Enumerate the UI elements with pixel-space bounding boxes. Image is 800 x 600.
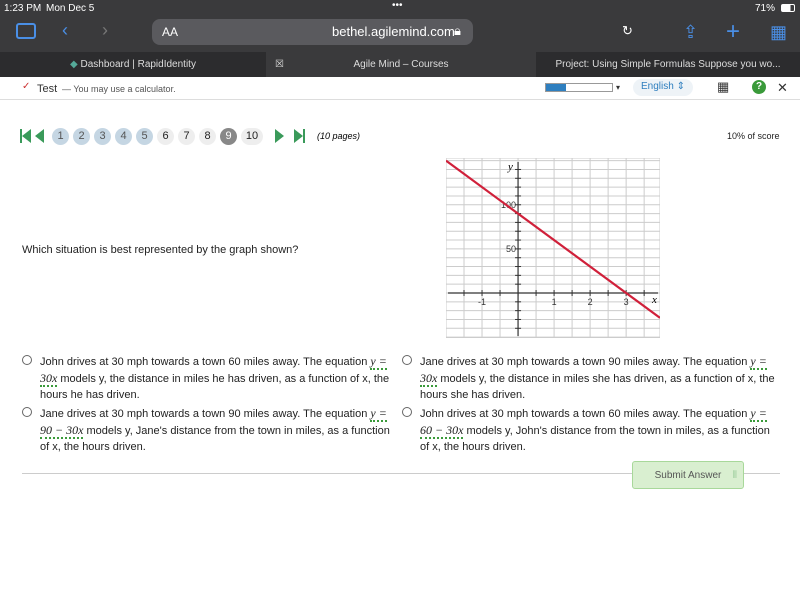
question-text: Which situation is best represented by t… bbox=[22, 244, 299, 256]
lock-icon: 🔒︎ bbox=[454, 23, 461, 38]
date: Mon Dec 5 bbox=[46, 3, 95, 14]
text-size-button[interactable]: AA bbox=[162, 25, 178, 39]
tab-label: Dashboard | RapidIdentity bbox=[80, 59, 196, 70]
x-tick-label: 2 bbox=[588, 297, 593, 307]
time: 1:23 PM bbox=[4, 3, 42, 14]
test-title: Test bbox=[37, 83, 58, 95]
option-text: models y, John's distance from the town … bbox=[420, 425, 770, 453]
progress-bar bbox=[545, 83, 613, 92]
x-tick-label: 3 bbox=[624, 297, 629, 307]
radio-button[interactable] bbox=[22, 355, 32, 365]
option-text: models y, the distance in miles he has d… bbox=[40, 373, 390, 401]
url-text: bethel.agilemind.com bbox=[332, 24, 455, 39]
score-weight: 10% of score bbox=[727, 131, 780, 141]
test-subtitle: — You may use a calculator. bbox=[62, 84, 176, 94]
rapididentity-icon: ◆ bbox=[70, 59, 78, 70]
browser-toolbar: ‹ › AA bethel.agilemind.com 🔒︎ ↻ ⇪ + ▦ bbox=[0, 18, 800, 52]
option-text: John drives at 30 mph towards a town 60 … bbox=[420, 408, 751, 420]
option-text: Jane drives at 30 mph towards a town 90 … bbox=[420, 356, 751, 368]
page-2-button[interactable]: 2 bbox=[73, 127, 90, 145]
graph: -1 1 2 3 50 100 x y bbox=[446, 158, 660, 338]
page-8-button[interactable]: 8 bbox=[199, 127, 216, 145]
page-5-button[interactable]: 5 bbox=[136, 127, 153, 145]
calculator-icon[interactable]: ▦ bbox=[717, 79, 729, 95]
page-count: (10 pages) bbox=[317, 131, 361, 141]
back-icon[interactable]: ‹ bbox=[62, 20, 68, 41]
tab-dashboard[interactable]: ◆ Dashboard | RapidIdentity bbox=[0, 52, 266, 77]
answer-option[interactable]: Jane drives at 30 mph towards a town 90 … bbox=[402, 353, 775, 403]
last-page-icon[interactable] bbox=[294, 129, 305, 143]
close-tab-icon[interactable]: ☒ bbox=[275, 52, 284, 77]
radio-button[interactable] bbox=[22, 407, 32, 417]
pager: 1 2 3 4 5 6 7 8 9 10 (10 pages) bbox=[20, 127, 361, 145]
y-tick-label: 100 bbox=[501, 200, 516, 210]
test-icon: ✓ bbox=[22, 81, 31, 92]
page-6-button[interactable]: 6 bbox=[157, 127, 174, 145]
option-text: John drives at 30 mph towards a town 60 … bbox=[40, 356, 371, 368]
reload-icon[interactable]: ↻ bbox=[622, 23, 633, 39]
y-axis-label: y bbox=[507, 161, 513, 173]
language-label: English bbox=[641, 81, 674, 92]
next-page-icon[interactable] bbox=[275, 129, 284, 143]
more-icon[interactable]: ••• bbox=[392, 0, 403, 11]
radio-button[interactable] bbox=[402, 355, 412, 365]
submit-label: Submit Answer bbox=[654, 470, 722, 481]
tab-label: Project: Using Simple Formulas Suppose y… bbox=[555, 59, 781, 70]
option-text: models y, Jane's distance from the town … bbox=[40, 425, 390, 453]
y-tick-label: 50 bbox=[506, 244, 516, 254]
share-icon[interactable]: ⇪ bbox=[683, 22, 698, 43]
grip-icon: ⦀ bbox=[732, 470, 737, 481]
page-10-button[interactable]: 10 bbox=[241, 127, 263, 145]
progress-dropdown-icon[interactable]: ▾ bbox=[616, 83, 620, 92]
battery-level: 71% bbox=[755, 3, 776, 14]
prev-page-icon[interactable] bbox=[35, 129, 44, 143]
x-tick-label: -1 bbox=[478, 297, 486, 307]
sidebar-icon[interactable] bbox=[16, 23, 36, 39]
page-3-button[interactable]: 3 bbox=[94, 127, 111, 145]
close-icon[interactable]: ✕ bbox=[777, 80, 788, 96]
page-9-button[interactable]: 9 bbox=[220, 127, 237, 145]
answer-option[interactable]: John drives at 30 mph towards a town 60 … bbox=[22, 353, 395, 403]
x-tick-label: 1 bbox=[552, 297, 557, 307]
tab-agile-mind[interactable]: ☒ Agile Mind – Courses bbox=[266, 52, 536, 77]
help-icon[interactable]: ? bbox=[752, 80, 766, 94]
answer-option[interactable]: Jane drives at 30 mph towards a town 90 … bbox=[22, 405, 395, 455]
status-bar: 1:23 PM Mon Dec 5 ••• 71% bbox=[0, 0, 800, 18]
app-header: ✓ Test — You may use a calculator. ▾ Eng… bbox=[0, 77, 800, 100]
first-page-icon[interactable] bbox=[20, 129, 31, 143]
language-select[interactable]: English ⇕ bbox=[633, 79, 693, 96]
tab-bar: ◆ Dashboard | RapidIdentity ☒ Agile Mind … bbox=[0, 52, 800, 77]
forward-icon[interactable]: › bbox=[102, 20, 108, 41]
option-text: models y, the distance in miles she has … bbox=[420, 373, 775, 401]
answer-option[interactable]: John drives at 30 mph towards a town 60 … bbox=[402, 405, 775, 455]
submit-answer-button[interactable]: Submit Answer ⦀ bbox=[632, 461, 744, 489]
page-1-button[interactable]: 1 bbox=[52, 127, 69, 145]
page-7-button[interactable]: 7 bbox=[178, 127, 195, 145]
new-tab-icon[interactable]: + bbox=[726, 18, 740, 46]
battery-icon bbox=[781, 4, 795, 12]
x-axis-label: x bbox=[651, 294, 657, 306]
address-bar[interactable]: AA bethel.agilemind.com 🔒︎ ↻ bbox=[152, 19, 633, 45]
page-4-button[interactable]: 4 bbox=[115, 127, 132, 145]
option-text: Jane drives at 30 mph towards a town 90 … bbox=[40, 408, 371, 420]
tab-label: Agile Mind – Courses bbox=[353, 59, 449, 70]
tabs-overview-icon[interactable]: ▦ bbox=[770, 22, 787, 43]
tab-project[interactable]: Project: Using Simple Formulas Suppose y… bbox=[536, 52, 800, 77]
radio-button[interactable] bbox=[402, 407, 412, 417]
